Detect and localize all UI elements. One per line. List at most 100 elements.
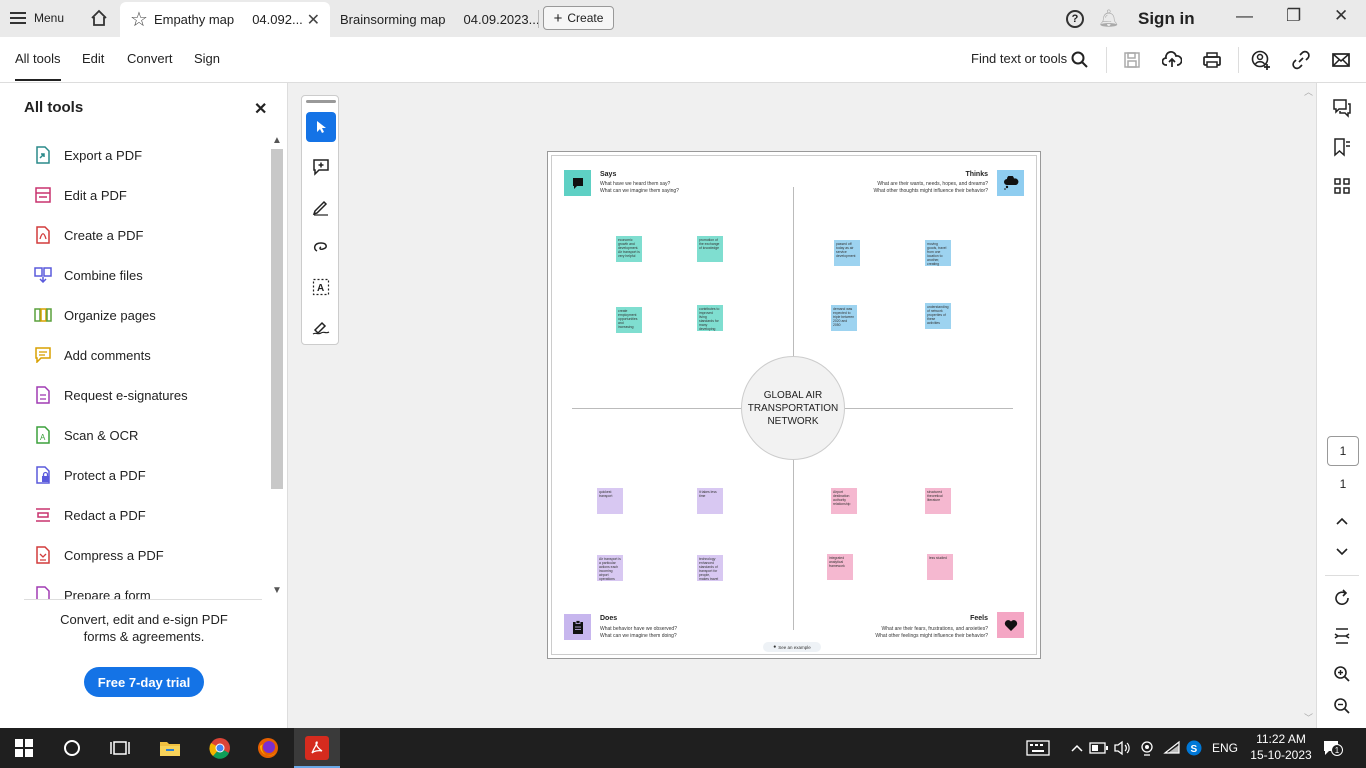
battery-icon[interactable] xyxy=(1087,736,1111,760)
highlight-tool-button[interactable] xyxy=(306,192,336,222)
task-view-icon[interactable] xyxy=(108,736,132,760)
sticky-note[interactable]: moving goods, travel from one location t… xyxy=(925,240,951,266)
select-tool-button[interactable] xyxy=(306,112,336,142)
tool-create-pdf[interactable]: Create a PDF xyxy=(24,215,262,255)
add-comment-tool-button[interactable] xyxy=(306,152,336,182)
sticky-note[interactable]: understanding of network properties of t… xyxy=(925,303,951,329)
star-icon[interactable]: ☆ xyxy=(130,7,148,32)
search-circle-icon[interactable] xyxy=(60,736,84,760)
close-window-icon[interactable]: ✕ xyxy=(1334,6,1348,26)
previous-page-icon[interactable] xyxy=(1331,510,1353,532)
clock-time[interactable]: 11:22 AM xyxy=(1251,732,1311,746)
sticky-note[interactable]: structured theoretical literature xyxy=(925,488,951,514)
tool-scan-ocr[interactable]: A Scan & OCR xyxy=(24,415,262,455)
tool-organize-pages[interactable]: Organize pages xyxy=(24,295,262,335)
file-explorer-icon[interactable] xyxy=(158,736,182,760)
share-user-icon[interactable] xyxy=(1250,49,1272,71)
sticky-note[interactable]: integrated analytical framework xyxy=(827,554,853,580)
comments-panel-icon[interactable] xyxy=(1331,97,1353,119)
see-example-link[interactable]: ● See an example xyxy=(763,642,821,652)
document-scrollbar[interactable]: ︿ ﹀ xyxy=(1303,83,1315,728)
free-trial-button[interactable]: Free 7-day trial xyxy=(84,667,204,697)
draw-tool-button[interactable] xyxy=(306,232,336,262)
does-q2: What can we imagine them doing? xyxy=(600,633,677,639)
firefox-icon[interactable] xyxy=(256,736,280,760)
sticky-note[interactable]: economic growth and development. Air tra… xyxy=(616,236,642,262)
sign-tool-button[interactable] xyxy=(306,312,336,342)
tool-add-comments[interactable]: Add comments xyxy=(24,335,262,375)
scroll-up-icon[interactable]: ▲ xyxy=(272,135,282,146)
tool-combine-files[interactable]: Combine files xyxy=(24,255,262,295)
restore-icon[interactable]: ❐ xyxy=(1286,6,1301,26)
search-icon[interactable] xyxy=(1069,49,1091,71)
tool-edit-pdf[interactable]: Edit a PDF xyxy=(24,175,262,215)
current-page-input[interactable]: 1 xyxy=(1327,436,1359,466)
drag-handle[interactable] xyxy=(306,100,336,103)
print-icon[interactable] xyxy=(1201,49,1223,71)
close-panel-icon[interactable]: ✕ xyxy=(254,99,267,119)
fit-page-icon[interactable] xyxy=(1331,625,1353,647)
next-page-icon[interactable] xyxy=(1331,541,1353,563)
notifications-icon[interactable]: 1 xyxy=(1320,736,1344,760)
chrome-icon[interactable] xyxy=(208,736,232,760)
menu-button[interactable]: Menu xyxy=(10,6,64,30)
tab-all-tools[interactable]: All tools xyxy=(15,51,61,81)
upload-cloud-icon[interactable] xyxy=(1161,49,1183,71)
thumbnails-icon[interactable] xyxy=(1331,175,1353,197)
tab-sign[interactable]: Sign xyxy=(194,51,220,66)
promo-label: Convert, edit and e-sign PDF forms & agr… xyxy=(60,612,228,644)
tool-export-pdf[interactable]: Export a PDF xyxy=(24,135,262,175)
language-indicator[interactable]: ENG xyxy=(1212,741,1238,755)
acrobat-taskbar-button[interactable] xyxy=(294,728,340,768)
text-tool-button[interactable]: A xyxy=(306,272,336,302)
bell-icon[interactable]: 🔔︎ xyxy=(1098,9,1120,29)
sticky-note[interactable]: create employment opportunities and incr… xyxy=(616,307,642,333)
close-tab-icon[interactable]: ✕ xyxy=(307,10,320,30)
clock-date[interactable]: 15-10-2023 xyxy=(1247,748,1315,762)
tab-edit[interactable]: Edit xyxy=(82,51,104,66)
chevron-up-icon[interactable] xyxy=(1065,736,1089,760)
sticky-note[interactable]: it takes less time xyxy=(697,488,723,514)
create-button[interactable]: + Create xyxy=(543,6,614,30)
webcam-icon[interactable] xyxy=(1135,736,1159,760)
sticky-note[interactable]: passed off today as air service developm… xyxy=(834,240,860,266)
mail-icon[interactable] xyxy=(1330,49,1352,71)
tool-request-esignatures[interactable]: Request e-signatures xyxy=(24,375,262,415)
volume-icon[interactable] xyxy=(1110,736,1134,760)
sticky-note[interactable]: contributes to improved living standards… xyxy=(697,305,723,331)
sticky-note[interactable]: Air transport is a particular actions ea… xyxy=(597,555,623,581)
keyboard-icon[interactable] xyxy=(1026,736,1050,760)
scroll-down-icon[interactable]: ▼ xyxy=(272,585,282,596)
tab-convert[interactable]: Convert xyxy=(127,51,173,66)
rotate-icon[interactable] xyxy=(1331,587,1353,609)
tab-brainstorming-map[interactable]: Brainsorming map 04.09.2023... xyxy=(340,2,539,37)
sticky-note[interactable]: quickest transport xyxy=(597,488,623,514)
find-text-tools[interactable]: Find text or tools xyxy=(971,51,1067,66)
tool-compress-pdf[interactable]: Compress a PDF xyxy=(24,535,262,575)
save-icon[interactable] xyxy=(1121,49,1143,71)
help-icon[interactable]: ? xyxy=(1066,10,1084,28)
link-icon[interactable] xyxy=(1290,49,1312,71)
scrollbar-thumb[interactable] xyxy=(271,149,283,489)
tool-prepare-form[interactable]: Prepare a form xyxy=(24,575,262,599)
sticky-note[interactable]: technology enhanced standards of transpo… xyxy=(697,555,723,581)
tab-empathy-map[interactable]: ☆ Empathy map 04.092... ✕ xyxy=(120,2,330,37)
zoom-out-icon[interactable] xyxy=(1331,695,1353,717)
sticky-note[interactable]: less studied xyxy=(927,554,953,580)
sticky-note[interactable]: demand was expected to triple between 20… xyxy=(831,305,857,331)
bookmarks-icon[interactable] xyxy=(1331,136,1353,158)
skype-icon[interactable]: S xyxy=(1182,736,1206,760)
minimize-icon[interactable]: — xyxy=(1236,6,1253,26)
tool-redact-pdf[interactable]: Redact a PDF xyxy=(24,495,262,535)
zoom-in-icon[interactable] xyxy=(1331,663,1353,685)
windows-start-icon[interactable] xyxy=(12,736,36,760)
sticky-note[interactable]: promotion of the exchange of knowledge xyxy=(697,236,723,262)
wifi-icon[interactable] xyxy=(1160,736,1184,760)
home-button[interactable] xyxy=(86,6,112,30)
sticky-note[interactable]: Airport destination authority relationsh… xyxy=(831,488,857,514)
scroll-up-icon[interactable]: ︿ xyxy=(1304,85,1313,98)
scroll-down-icon[interactable]: ﹀ xyxy=(1304,711,1313,724)
tools-scrollbar[interactable]: ▲ ▼ xyxy=(270,135,284,597)
sign-in-button[interactable]: Sign in xyxy=(1138,9,1195,29)
tool-protect-pdf[interactable]: Protect a PDF xyxy=(24,455,262,495)
